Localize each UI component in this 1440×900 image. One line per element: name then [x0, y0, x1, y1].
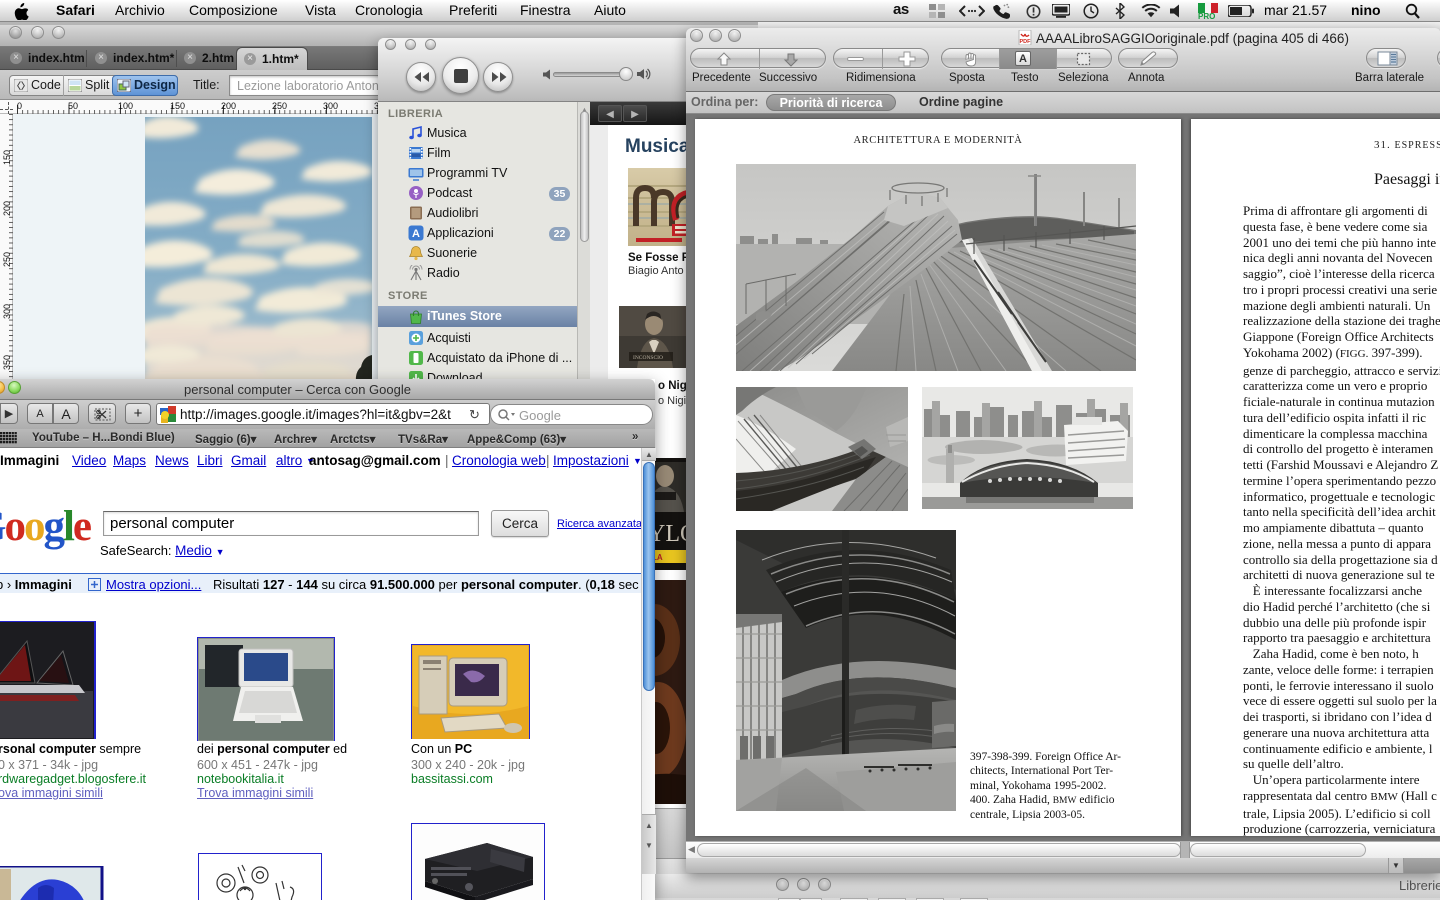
svg-text:〈〉: 〈〉	[14, 81, 28, 91]
svg-text:A: A	[412, 228, 420, 240]
svg-text:PDF: PDF	[1020, 39, 1032, 45]
svg-text:INCONSCIO: INCONSCIO	[633, 355, 663, 361]
